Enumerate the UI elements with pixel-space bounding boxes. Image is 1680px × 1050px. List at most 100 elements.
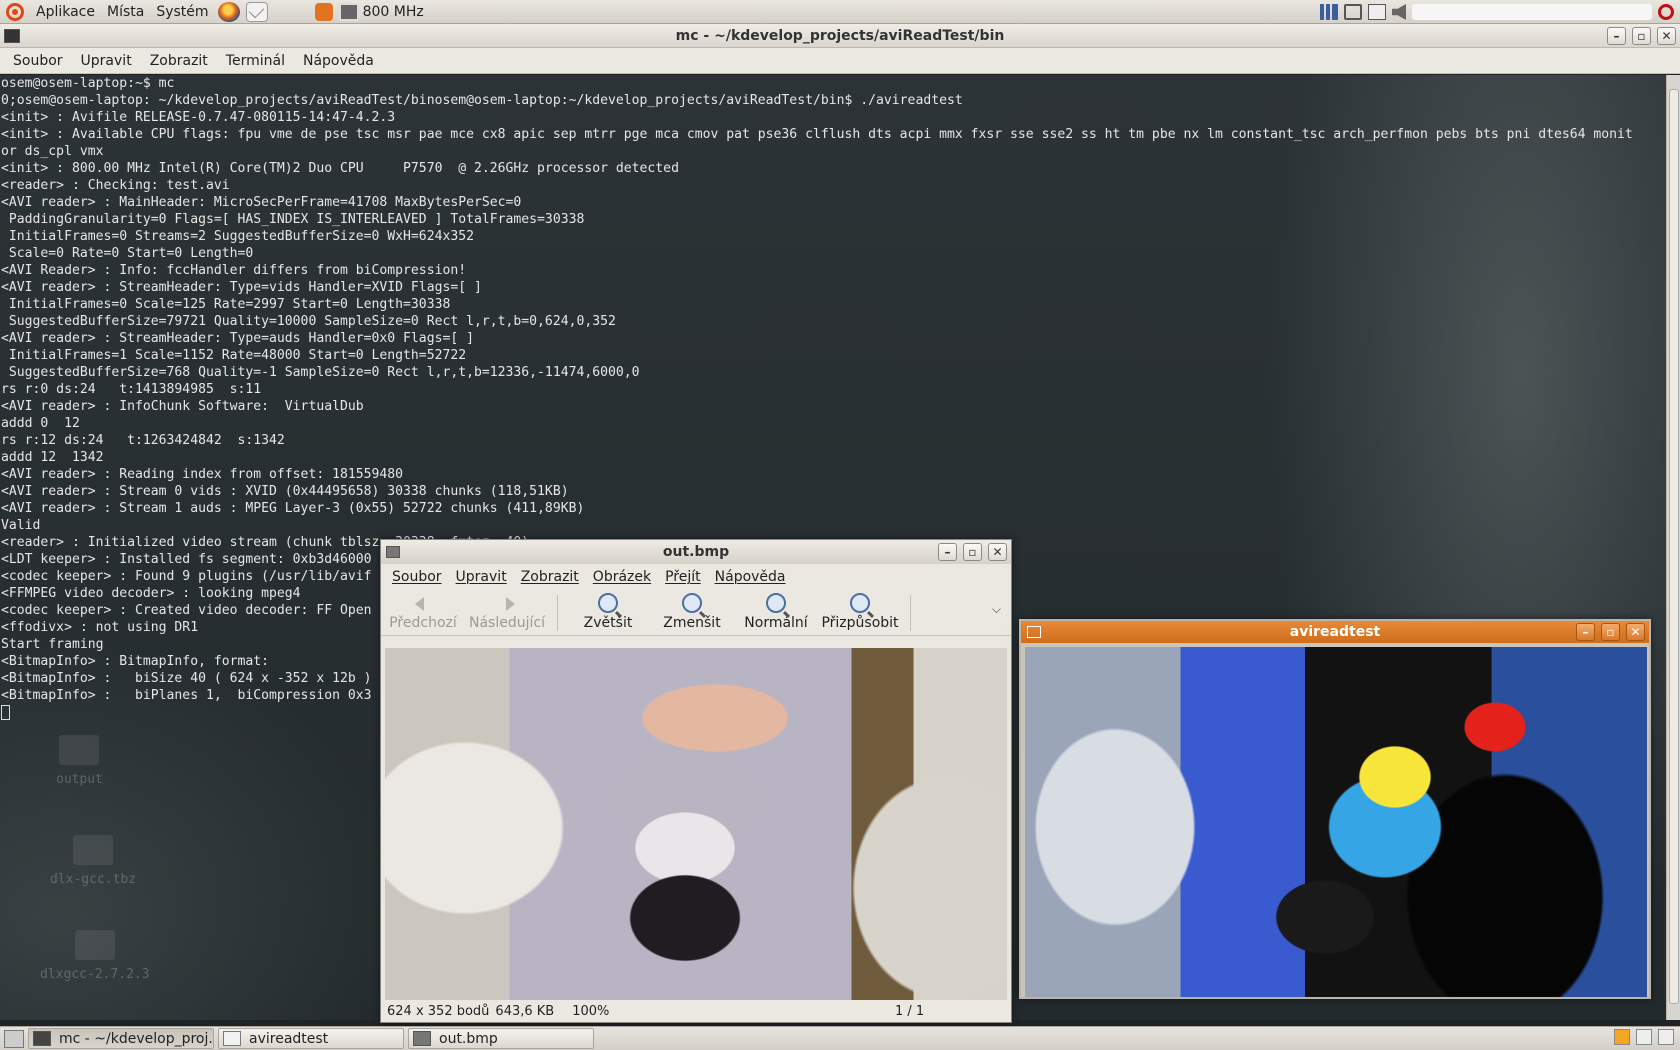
toolbar-separator xyxy=(910,595,911,631)
avireadtest-window: avireadtest – ▫ ✕ xyxy=(1019,619,1651,999)
avireadtest-titlebar[interactable]: avireadtest – ▫ ✕ xyxy=(1021,621,1649,643)
top-panel: Aplikace Místa Systém 800 MHz xyxy=(0,0,1680,24)
status-page: 1 / 1 xyxy=(895,1003,925,1019)
window-icon xyxy=(223,1031,241,1046)
terminal-title: mc - ~/kdevelop_projects/aviReadTest/bin xyxy=(675,27,1005,44)
zoom-normal-icon xyxy=(766,593,786,613)
terminal-line: <AVI reader> : MainHeader: MicroSecPerFr… xyxy=(1,195,522,210)
terminal-line: or ds_cpl vmx xyxy=(1,144,104,159)
zoom-normal-button[interactable]: Normální xyxy=(734,593,818,631)
terminal-line: <init> : 800.00 MHz Intel(R) Core(TM)2 D… xyxy=(1,161,679,176)
window-icon[interactable] xyxy=(1027,626,1041,638)
clock-area[interactable] xyxy=(1412,4,1652,20)
image-viewer-window: out.bmp – ▫ ✕ Soubor Upravit Zobrazit Ob… xyxy=(380,539,1012,1023)
menu-help[interactable]: Nápověda xyxy=(294,53,383,69)
ubuntu-logo-icon[interactable] xyxy=(6,2,24,21)
zoom-in-button[interactable]: Zvětšit xyxy=(566,593,650,631)
terminal-line: InitialFrames=1 Scale=1152 Rate=48000 St… xyxy=(1,348,467,363)
toolbar-separator xyxy=(557,595,558,631)
close-button[interactable]: ✕ xyxy=(1657,27,1676,45)
desktop-icon-dlxgcc[interactable]: dlxgcc-2.7.2.3 xyxy=(40,930,150,983)
menu-terminal[interactable]: Terminál xyxy=(217,53,294,69)
cpu-freq-label: 800 MHz xyxy=(362,3,424,20)
image-viewer-statusbar: 624 x 352 bodů 643,6 KB 100% 1 / 1 xyxy=(381,1000,1011,1022)
previous-button[interactable]: Předchozí xyxy=(381,593,465,631)
system-monitor-icon[interactable] xyxy=(1320,4,1338,20)
volume-icon[interactable] xyxy=(1392,4,1406,20)
menu-view[interactable]: Zobrazit xyxy=(514,569,586,585)
next-button[interactable]: Následující xyxy=(465,593,549,631)
bottom-taskbar: mc - ~/kdevelop_proj... avireadtest out.… xyxy=(0,1026,1680,1050)
menu-help[interactable]: Nápověda xyxy=(708,569,793,585)
menu-view[interactable]: Zobrazit xyxy=(141,53,217,69)
applet-icon[interactable] xyxy=(314,2,333,21)
scrollbar-thumb[interactable] xyxy=(1669,89,1679,1004)
task-avireadtest[interactable]: avireadtest xyxy=(218,1028,404,1049)
task-out-bmp[interactable]: out.bmp xyxy=(408,1028,594,1049)
terminal-cursor xyxy=(1,705,10,720)
terminal-line: <AVI reader> : StreamHeader: Type=auds H… xyxy=(1,331,474,346)
terminal-line: <AVI Reader> : Info: fccHandler differs … xyxy=(1,263,467,278)
show-desktop-icon[interactable] xyxy=(4,1029,24,1048)
menu-go[interactable]: Přejít xyxy=(658,569,708,585)
menu-image[interactable]: Obrázek xyxy=(586,569,658,585)
archive-icon xyxy=(73,835,114,865)
menu-file[interactable]: Soubor xyxy=(385,569,449,585)
zoom-out-button[interactable]: Zmenšit xyxy=(650,593,734,631)
image-icon[interactable] xyxy=(386,546,400,558)
terminal-line: <AVI reader> : Stream 0 vids : XVID (0x4… xyxy=(1,484,569,499)
terminal-icon[interactable] xyxy=(4,29,20,43)
mail-notify-icon[interactable] xyxy=(1368,4,1386,20)
menu-file[interactable]: Soubor xyxy=(4,53,72,69)
cpu-freq-icon[interactable] xyxy=(338,2,359,21)
folder-icon xyxy=(74,930,115,960)
status-zoom: 100% xyxy=(572,1003,610,1019)
panel-menu-system[interactable]: Systém xyxy=(150,0,214,24)
terminal-line: InitialFrames=0 Streams=2 SuggestedBuffe… xyxy=(1,229,474,244)
task-terminal[interactable]: mc - ~/kdevelop_proj... xyxy=(28,1028,214,1049)
video-frame[interactable] xyxy=(1025,647,1647,997)
mail-icon[interactable] xyxy=(245,1,268,22)
firefox-icon[interactable] xyxy=(217,1,240,22)
panel-menu-places[interactable]: Místa xyxy=(101,0,150,24)
desktop-icon-output[interactable]: output xyxy=(56,735,103,788)
maximize-button[interactable]: ▫ xyxy=(1601,623,1620,641)
menu-edit[interactable]: Upravit xyxy=(449,569,514,585)
terminal-line: <AVI reader> : StreamHeader: Type=vids H… xyxy=(1,280,482,295)
maximize-button[interactable]: ▫ xyxy=(963,543,982,561)
terminal-line: PaddingGranularity=0 Flags=[ HAS_INDEX I… xyxy=(1,212,585,227)
terminal-menubar: Soubor Upravit Zobrazit Terminál Nápověd… xyxy=(0,48,1680,74)
avireadtest-title: avireadtest xyxy=(1289,624,1381,640)
close-button[interactable]: ✕ xyxy=(988,543,1007,561)
image-viewer-title: out.bmp xyxy=(662,544,730,560)
zoom-fit-button[interactable]: Přizpůsobit xyxy=(818,593,902,631)
panel-menu-applications[interactable]: Aplikace xyxy=(30,0,101,24)
maximize-button[interactable]: ▫ xyxy=(1632,27,1651,45)
power-icon[interactable] xyxy=(1658,4,1674,20)
terminal-scrollbar[interactable] xyxy=(1666,75,1680,1020)
image-canvas[interactable] xyxy=(385,648,1007,1000)
terminal-line: SuggestedBufferSize=768 Quality=-1 Sampl… xyxy=(1,365,640,380)
desktop-icon-dlx-gcc[interactable]: dlx-gcc.tbz xyxy=(50,835,136,888)
terminal-titlebar[interactable]: mc - ~/kdevelop_projects/aviReadTest/bin… xyxy=(0,24,1680,48)
arrow-right-icon xyxy=(497,593,517,613)
close-button[interactable]: ✕ xyxy=(1626,623,1645,641)
chevron-down-icon[interactable]: ⌵ xyxy=(992,602,1001,617)
status-dimensions: 624 x 352 bodů xyxy=(387,1003,490,1019)
image-viewer-titlebar[interactable]: out.bmp – ▫ ✕ xyxy=(381,540,1011,564)
workspace-1[interactable] xyxy=(1614,1029,1630,1045)
network-icon[interactable] xyxy=(1344,4,1362,20)
minimize-button[interactable]: – xyxy=(938,543,957,561)
workspace-2[interactable] xyxy=(1636,1029,1652,1045)
zoom-in-icon xyxy=(598,593,618,613)
minimize-button[interactable]: – xyxy=(1607,27,1626,45)
terminal-line: <AVI reader> : Stream 1 auds : MPEG Laye… xyxy=(1,501,585,516)
terminal-line: Valid xyxy=(1,518,41,533)
folder-icon xyxy=(59,735,100,765)
minimize-button[interactable]: – xyxy=(1576,623,1595,641)
terminal-line: <init> : Available CPU flags: fpu vme de… xyxy=(1,127,1633,142)
menu-edit[interactable]: Upravit xyxy=(72,53,141,69)
system-tray xyxy=(1320,0,1680,24)
zoom-out-icon xyxy=(682,593,702,613)
trash-icon[interactable] xyxy=(1658,1029,1674,1045)
